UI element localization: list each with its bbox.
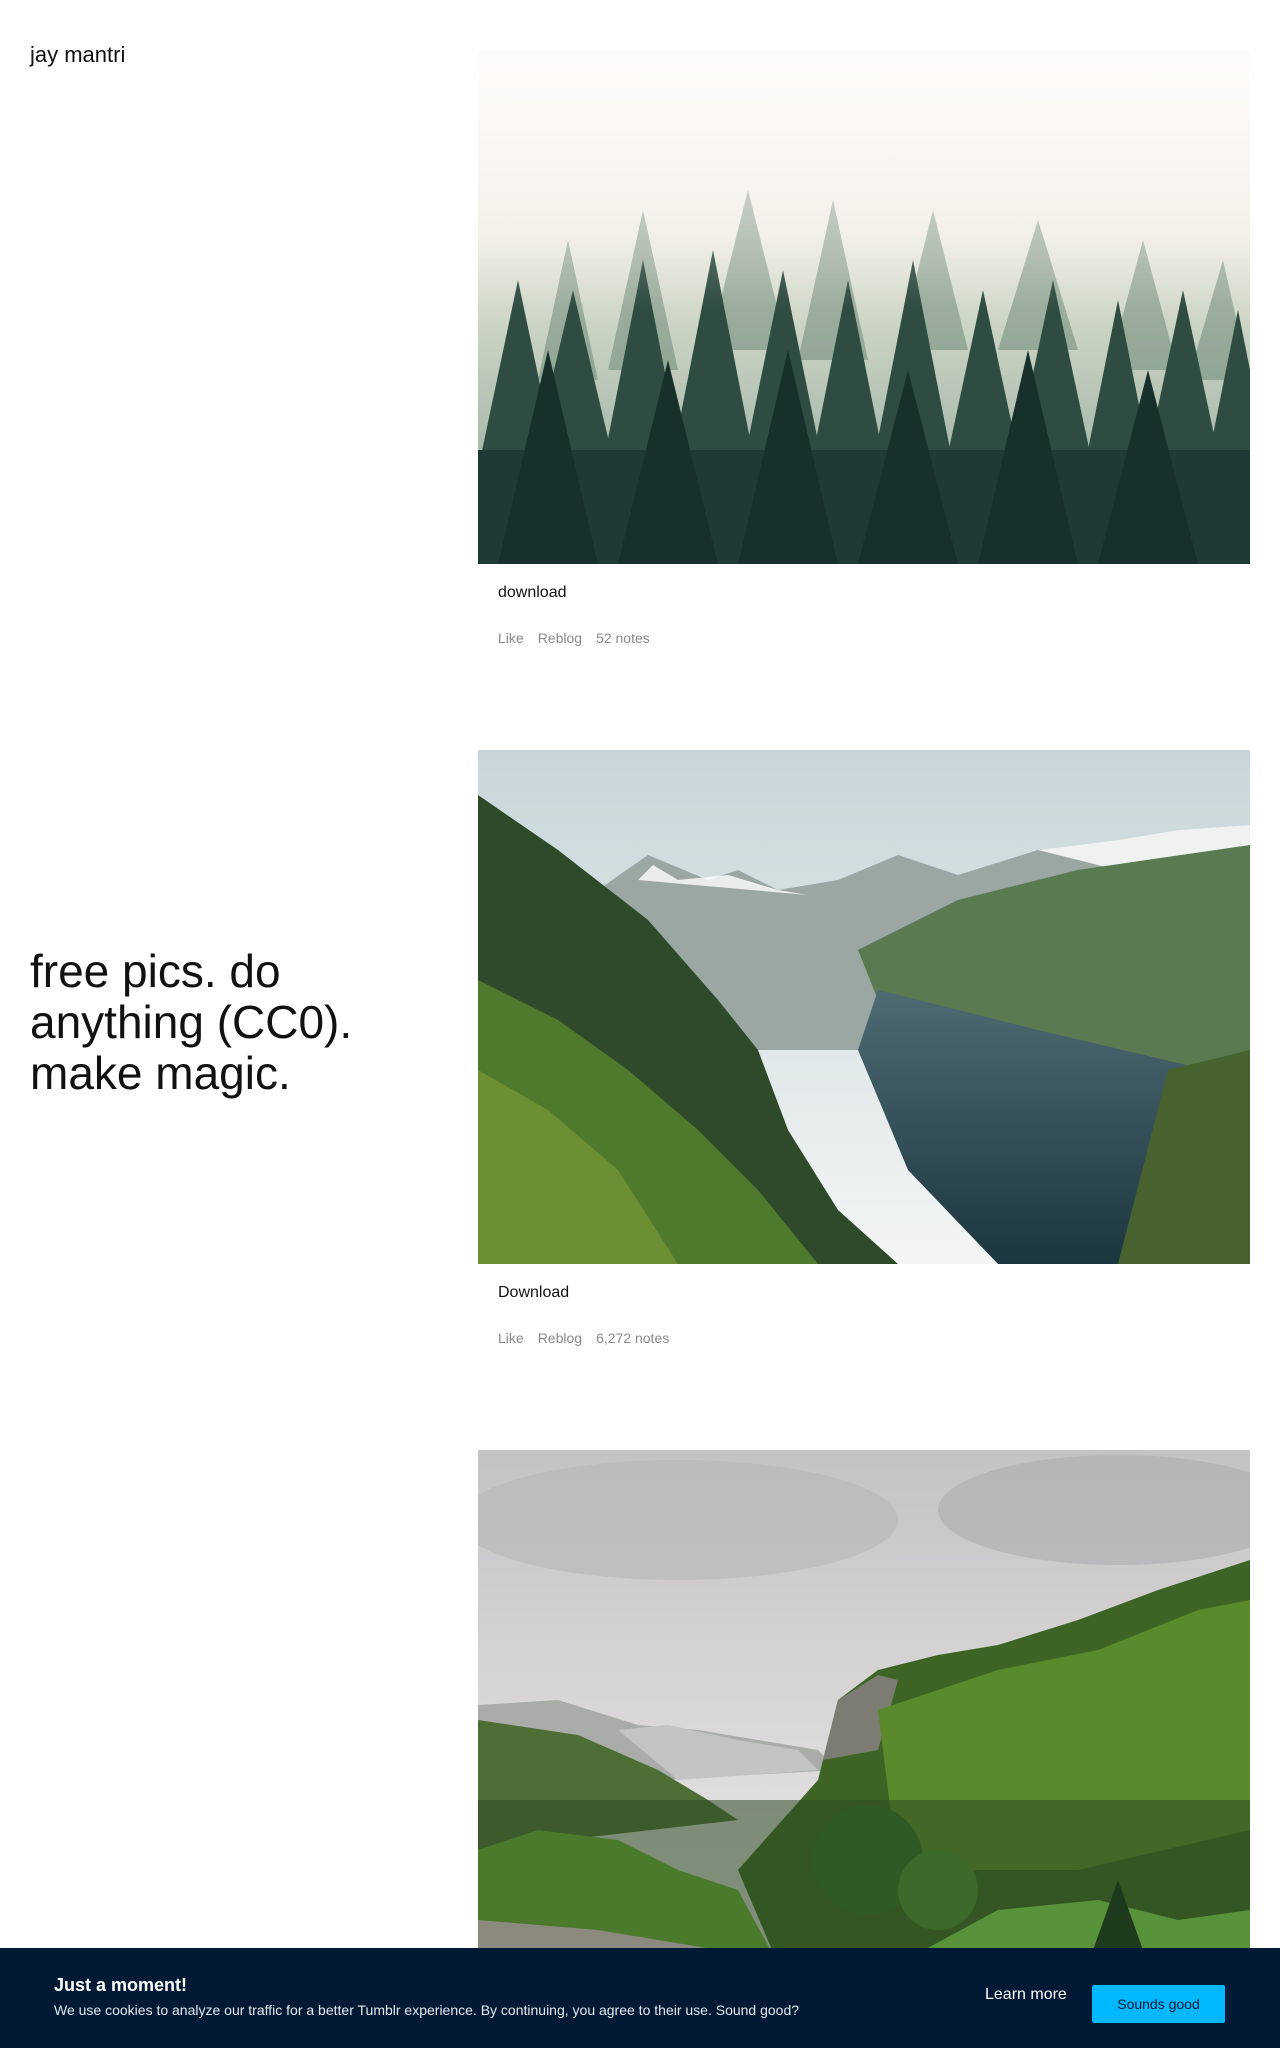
photo-post: download Like Reblog 52 notes <box>478 50 1250 665</box>
notes-count[interactable]: 52 notes <box>596 630 650 665</box>
photo-post: download <box>478 1450 1250 2004</box>
page: jay mantri free pics. do anything (CC0).… <box>0 0 1280 2048</box>
download-link[interactable]: download <box>478 564 1250 604</box>
cookie-heading: Just a moment! <box>54 1975 188 1995</box>
reblog-button[interactable]: Reblog <box>538 630 582 665</box>
post-footer: Like Reblog 52 notes <box>478 604 1250 665</box>
forest-photo-image <box>478 50 1250 564</box>
photo-post: Download Like Reblog 6,272 notes <box>478 750 1250 1365</box>
blog-description: free pics. do anything (CC0). make magic… <box>30 945 353 1099</box>
notes-count[interactable]: 6,272 notes <box>596 1330 669 1365</box>
cookie-banner: Just a moment! We use cookies to analyze… <box>0 1948 1280 2048</box>
like-button[interactable]: Like <box>498 630 524 665</box>
post-footer: Like Reblog 6,272 notes <box>478 1304 1250 1365</box>
cookie-text: We use cookies to analyze our traffic fo… <box>54 2002 800 2018</box>
accept-cookies-button[interactable]: Sounds good <box>1092 1985 1225 2023</box>
hillside-photo-image <box>478 1450 1250 1964</box>
blog-title-link[interactable]: jay mantri <box>30 42 125 68</box>
like-button[interactable]: Like <box>498 1330 524 1365</box>
reblog-button[interactable]: Reblog <box>538 1330 582 1365</box>
post-photo-forest[interactable] <box>478 50 1250 564</box>
posts-column: download Like Reblog 52 notes Download L… <box>478 50 1250 2048</box>
post-photo-fjord[interactable] <box>478 750 1250 1264</box>
post-photo-hillside[interactable] <box>478 1450 1250 1964</box>
fjord-photo-image <box>478 750 1250 1264</box>
learn-more-link[interactable]: Learn more <box>985 1986 1067 2004</box>
download-link[interactable]: Download <box>478 1264 1250 1304</box>
